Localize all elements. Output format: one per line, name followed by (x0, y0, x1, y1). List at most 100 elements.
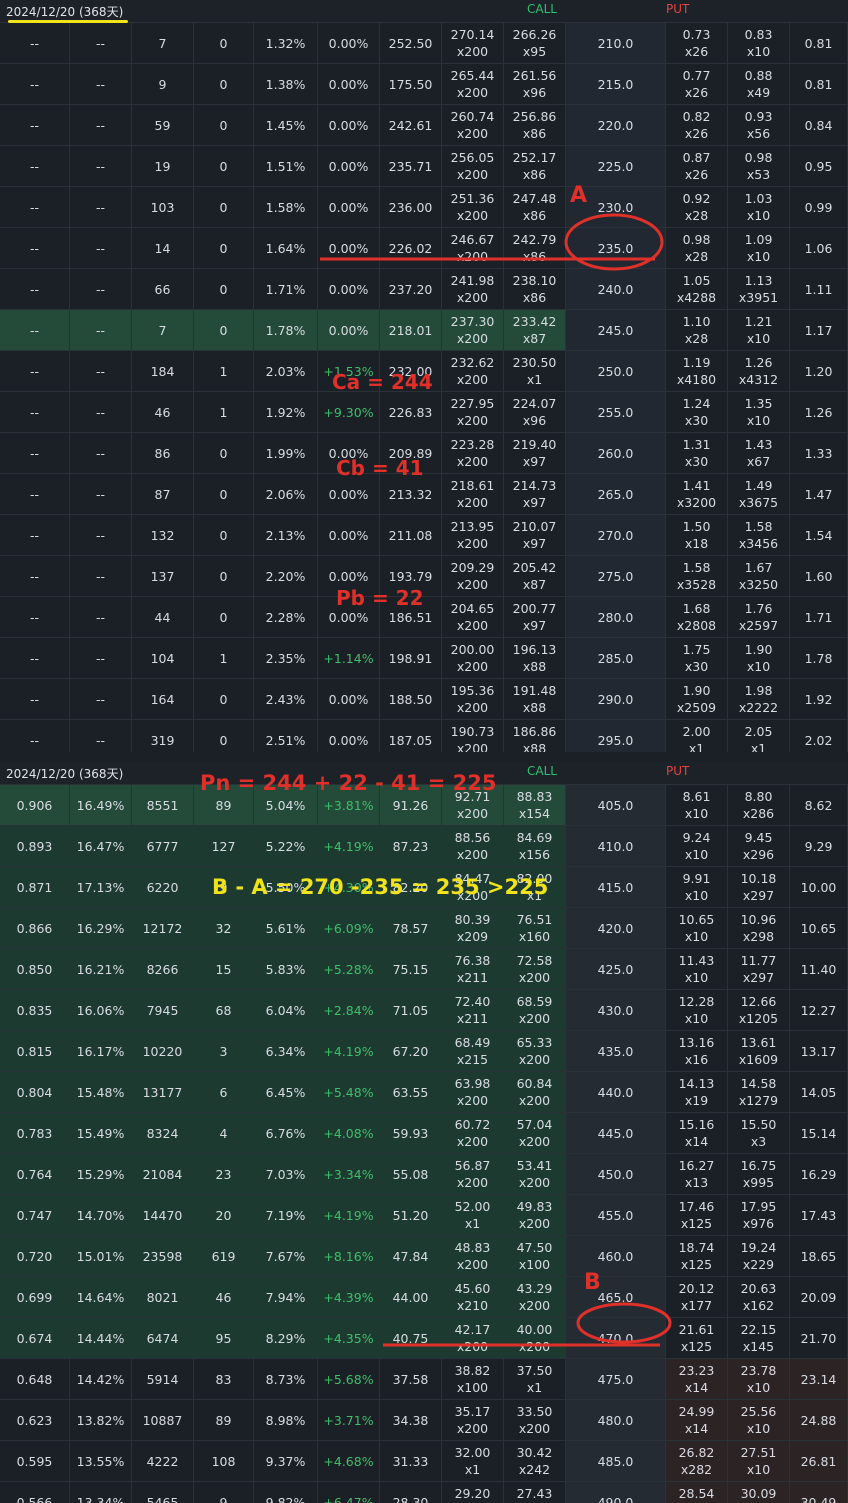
table-cell[interactable]: 22.15 x145 (728, 1318, 790, 1358)
table-cell[interactable]: 247.48 x86 (504, 187, 566, 227)
table-row[interactable]: -- -- 14 0 1.64% 0.00% 226.02 246.67 x200 242.79 x… (0, 228, 848, 269)
table-cell[interactable]: 63.98 x200 (442, 1072, 504, 1112)
table-row[interactable]: 0.866 16.29% 12172 32 5.61% +6.09% 78.57 80.39 x… (0, 908, 848, 949)
table-cell[interactable]: 241.98 x200 (442, 269, 504, 309)
table-cell[interactable]: 209.29 x200 (442, 556, 504, 596)
table-cell[interactable]: 9.91 x10 (666, 867, 728, 907)
table-cell[interactable]: 1.19 x4180 (666, 351, 728, 391)
table-cell[interactable]: 1.41 x3200 (666, 474, 728, 514)
table-cell[interactable]: 20.63 x162 (728, 1277, 790, 1317)
table-cell[interactable]: 68.59 x200 (504, 990, 566, 1030)
table-cell[interactable]: 265.44 x200 (442, 64, 504, 104)
table-cell[interactable]: 37.50 x1 (504, 1359, 566, 1399)
table-cell[interactable]: 53.41 x200 (504, 1154, 566, 1194)
table-row[interactable]: -- -- 19 0 1.51% 0.00% 235.71 256.05 x200 252.17 x… (0, 146, 848, 187)
table-cell[interactable]: 13.61 x1609 (728, 1031, 790, 1071)
table-cell[interactable]: 24.99 x14 (666, 1400, 728, 1440)
table-row[interactable]: 0.674 14.44% 6474 95 8.29% +4.35% 40.75 42.17 x2… (0, 1318, 848, 1359)
table-cell[interactable]: 76.38 x211 (442, 949, 504, 989)
table-cell[interactable]: 11.43 x10 (666, 949, 728, 989)
table-cell[interactable]: 223.28 x200 (442, 433, 504, 473)
table-row[interactable]: -- -- 7 0 1.32% 0.00% 252.50 270.14 x200 266.26 x9… (0, 23, 848, 64)
table-cell[interactable]: 12.66 x1205 (728, 990, 790, 1030)
table-row[interactable]: 0.815 16.17% 10220 3 6.34% +4.19% 67.20 68.49 x2… (0, 1031, 848, 1072)
table-cell[interactable]: 0.73 x26 (666, 23, 728, 63)
table-cell[interactable]: 1.76 x2597 (728, 597, 790, 637)
table-cell[interactable]: 80.39 x209 (442, 908, 504, 948)
table-cell[interactable]: 205.42 x87 (504, 556, 566, 596)
table-cell[interactable]: 218.61 x200 (442, 474, 504, 514)
table-cell[interactable]: 10.96 x298 (728, 908, 790, 948)
table-cell[interactable]: 200.77 x97 (504, 597, 566, 637)
table-row[interactable]: 0.747 14.70% 14470 20 7.19% +4.19% 51.20 52.00 x… (0, 1195, 848, 1236)
table-cell[interactable]: 0.98 x53 (728, 146, 790, 186)
table-cell[interactable]: 20.12 x177 (666, 1277, 728, 1317)
table-cell[interactable]: 49.83 x200 (504, 1195, 566, 1235)
table-cell[interactable]: 237.30 x200 (442, 310, 504, 350)
table-cell[interactable]: 1.90 x10 (728, 638, 790, 678)
table-cell[interactable]: 270.14 x200 (442, 23, 504, 63)
table-cell[interactable]: 0.82 x26 (666, 105, 728, 145)
table-row[interactable]: 0.906 16.49% 8551 89 5.04% +3.81% 91.26 92.71 x2… (0, 785, 848, 826)
table-row[interactable]: -- -- 164 0 2.43% 0.00% 188.50 195.36 x200 191.48… (0, 679, 848, 720)
table-cell[interactable]: 251.36 x200 (442, 187, 504, 227)
table-row[interactable]: -- -- 87 0 2.06% 0.00% 213.32 218.61 x200 214.73 x… (0, 474, 848, 515)
table-cell[interactable]: 186.86 x88 (504, 720, 566, 752)
table-cell[interactable]: 1.50 x18 (666, 515, 728, 555)
table-row[interactable]: 0.804 15.48% 13177 6 6.45% +5.48% 63.55 63.98 x2… (0, 1072, 848, 1113)
expiry-date-tab[interactable]: 2024/12/20 (368天) (6, 3, 123, 20)
table-cell[interactable]: 1.31 x30 (666, 433, 728, 473)
table-row[interactable]: 0.623 13.82% 10887 89 8.98% +3.71% 34.38 35.17 x… (0, 1400, 848, 1441)
table-cell[interactable]: 0.83 x10 (728, 23, 790, 63)
table-cell[interactable]: 45.60 x210 (442, 1277, 504, 1317)
table-cell[interactable]: 14.13 x19 (666, 1072, 728, 1112)
table-cell[interactable]: 9.45 x296 (728, 826, 790, 866)
table-cell[interactable]: 60.84 x200 (504, 1072, 566, 1112)
table-cell[interactable]: 35.17 x200 (442, 1400, 504, 1440)
table-cell[interactable]: 266.26 x95 (504, 23, 566, 63)
table-cell[interactable]: 1.35 x10 (728, 392, 790, 432)
table-row[interactable]: 0.850 16.21% 8266 15 5.83% +5.28% 75.15 76.38 x2… (0, 949, 848, 990)
table-cell[interactable]: 84.69 x156 (504, 826, 566, 866)
table-cell[interactable]: 23.23 x14 (666, 1359, 728, 1399)
table-cell[interactable]: 1.68 x2808 (666, 597, 728, 637)
table-cell[interactable]: 68.49 x215 (442, 1031, 504, 1071)
table-row[interactable]: -- -- 103 0 1.58% 0.00% 236.00 251.36 x200 247.48… (0, 187, 848, 228)
table-cell[interactable]: 30.09x365 (728, 1482, 790, 1503)
table-cell[interactable]: 0.88 x49 (728, 64, 790, 104)
table-cell[interactable]: 1.43 x67 (728, 433, 790, 473)
table-cell[interactable]: 1.21 x10 (728, 310, 790, 350)
table-row[interactable]: 0.566 13.34% 5465 9 9.82% +6.47% 28.30 29.20x20… (0, 1482, 848, 1503)
table-cell[interactable]: 52.00 x1 (442, 1195, 504, 1235)
table-cell[interactable]: 65.33 x200 (504, 1031, 566, 1071)
table-cell[interactable]: 233.42 x87 (504, 310, 566, 350)
table-row[interactable]: 0.835 16.06% 7945 68 6.04% +2.84% 71.05 72.40 x2… (0, 990, 848, 1031)
table-cell[interactable]: 8.80 x286 (728, 785, 790, 825)
table-row[interactable]: -- -- 104 1 2.35% +1.14% 198.91 200.00 x200 196.1… (0, 638, 848, 679)
table-cell[interactable]: 1.49 x3675 (728, 474, 790, 514)
table-cell[interactable]: 204.65 x200 (442, 597, 504, 637)
table-row[interactable]: -- -- 137 0 2.20% 0.00% 193.79 209.29 x200 205.42… (0, 556, 848, 597)
table-row[interactable]: 0.764 15.29% 21084 23 7.03% +3.34% 55.08 56.87 x… (0, 1154, 848, 1195)
table-cell[interactable]: 0.93 x56 (728, 105, 790, 145)
table-cell[interactable]: 29.20x200 (442, 1482, 504, 1503)
table-row[interactable]: -- -- 59 0 1.45% 0.00% 242.61 260.74 x200 256.86 x… (0, 105, 848, 146)
table-cell[interactable]: 8.61 x10 (666, 785, 728, 825)
table-cell[interactable]: 256.86 x86 (504, 105, 566, 145)
table-cell[interactable]: 1.24 x30 (666, 392, 728, 432)
table-cell[interactable]: 238.10 x86 (504, 269, 566, 309)
table-cell[interactable]: 25.56 x10 (728, 1400, 790, 1440)
table-cell[interactable]: 23.78 x10 (728, 1359, 790, 1399)
table-row[interactable]: -- -- 132 0 2.13% 0.00% 211.08 213.95 x200 210.07… (0, 515, 848, 556)
table-row[interactable]: 0.720 15.01% 23598 619 7.67% +8.16% 47.84 48.83… (0, 1236, 848, 1277)
table-cell[interactable]: 57.04 x200 (504, 1113, 566, 1153)
table-cell[interactable]: 11.77 x297 (728, 949, 790, 989)
table-cell[interactable]: 0.77 x26 (666, 64, 728, 104)
table-cell[interactable]: 88.83 x154 (504, 785, 566, 825)
table-cell[interactable]: 252.17 x86 (504, 146, 566, 186)
table-cell[interactable]: 92.71 x200 (442, 785, 504, 825)
table-cell[interactable]: 12.28 x10 (666, 990, 728, 1030)
table-row[interactable]: 0.783 15.49% 8324 4 6.76% +4.08% 59.93 60.72 x20… (0, 1113, 848, 1154)
table-cell[interactable]: 1.05 x4288 (666, 269, 728, 309)
table-cell[interactable]: 1.09 x10 (728, 228, 790, 268)
